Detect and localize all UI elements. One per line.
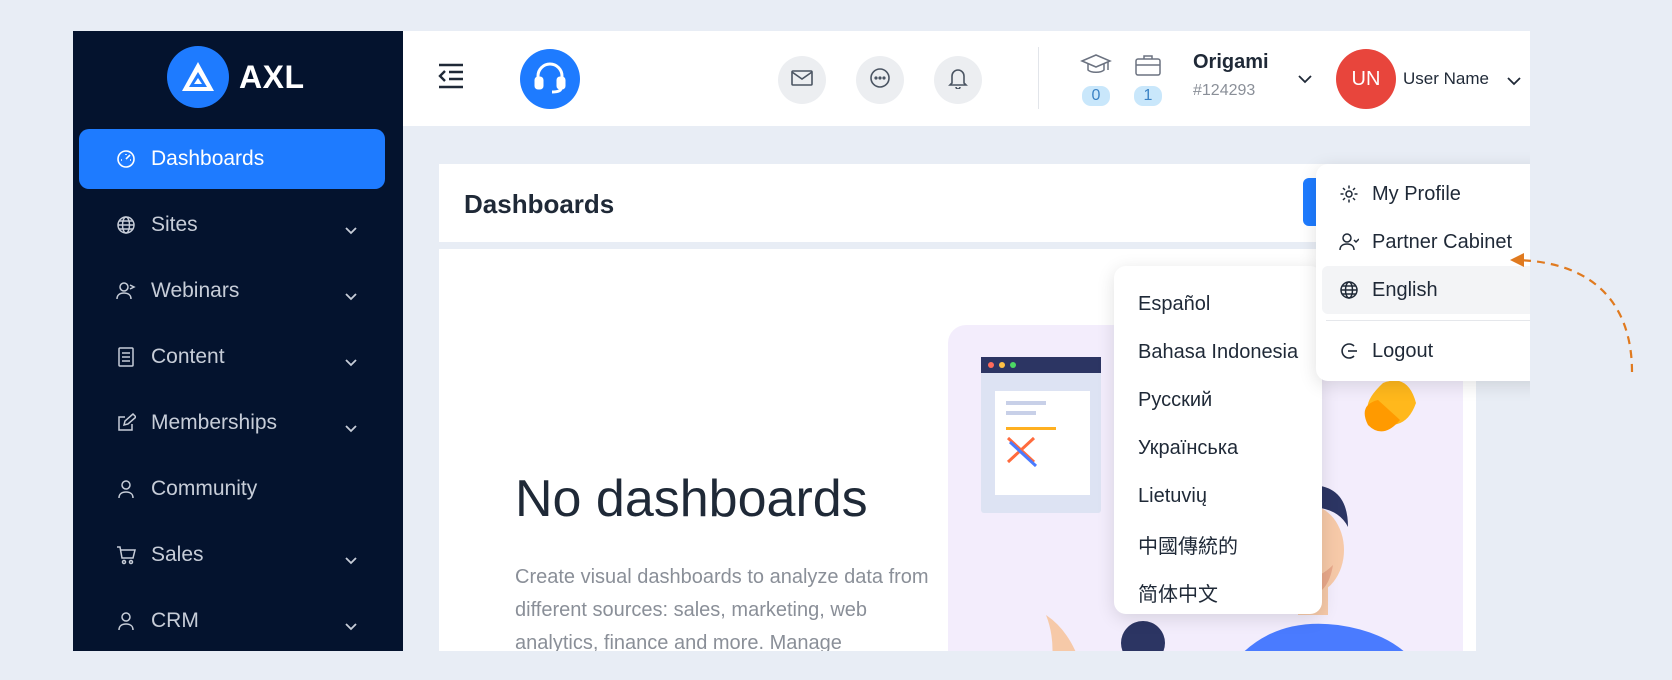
chat-button[interactable] — [856, 56, 904, 104]
sidebar-item-label: Community — [151, 477, 258, 500]
sidebar-item-label: Sites — [151, 213, 198, 236]
globe-icon — [1338, 279, 1360, 301]
gear-icon — [1338, 183, 1360, 205]
topbar: 0 1 Origami #124293 UN User Name — [403, 31, 1530, 126]
dashboard-icon — [115, 148, 137, 170]
empty-state-description: Create visual dashboards to analyze data… — [515, 566, 929, 651]
user-icon — [115, 478, 137, 500]
page-title: Dashboards — [464, 189, 615, 219]
edit-icon — [115, 412, 137, 434]
menu-item-language[interactable]: English — [1322, 266, 1530, 314]
logo-icon — [167, 46, 229, 108]
chevron-down-icon — [345, 415, 357, 439]
logo-text: AXL — [239, 58, 305, 95]
sidebar-item-label: Webinars — [151, 279, 240, 302]
chevron-down-icon[interactable] — [1298, 71, 1312, 89]
divider — [1038, 47, 1039, 109]
courses-count-badge: 0 — [1081, 86, 1111, 106]
language-option-uk[interactable]: Українська — [1114, 424, 1322, 472]
org-switcher[interactable]: Origami #124293 — [1193, 51, 1269, 100]
headset-icon — [533, 60, 567, 99]
org-name: Origami — [1193, 51, 1269, 73]
chevron-down-icon[interactable] — [1507, 73, 1521, 91]
org-id: #124293 — [1193, 82, 1256, 99]
sidebar-item-community[interactable]: Community — [79, 459, 385, 519]
courses-counter[interactable]: 0 — [1079, 53, 1113, 106]
sidebar-item-label: CRM — [151, 609, 199, 632]
menu-item-my-profile[interactable]: My Profile — [1322, 170, 1530, 218]
sidebar-item-label: Dashboards — [151, 147, 265, 170]
avatar[interactable]: UN — [1336, 49, 1396, 109]
language-option-es[interactable]: Español — [1114, 280, 1322, 328]
document-icon — [115, 346, 137, 368]
webinar-icon — [115, 280, 137, 302]
partner-icon — [1338, 231, 1360, 253]
chevron-down-icon — [345, 283, 357, 307]
chevron-down-icon — [345, 217, 357, 241]
sidebar: AXL Dashboards Sites Webinars Content Me… — [73, 31, 403, 651]
support-button[interactable] — [520, 49, 580, 109]
sidebar-item-label: Content — [151, 345, 225, 368]
language-option-zh-hant[interactable]: 中國傳統的 — [1114, 520, 1322, 568]
briefcase-icon — [1134, 55, 1162, 81]
chevron-down-icon — [345, 547, 357, 571]
products-count-badge: 1 — [1133, 86, 1163, 106]
menu-item-partner-cabinet[interactable]: Partner Cabinet — [1322, 218, 1530, 266]
sidebar-item-content[interactable]: Content — [79, 327, 385, 387]
empty-state-title: No dashboards — [515, 470, 868, 528]
user-icon — [115, 610, 137, 632]
user-name[interactable]: User Name — [1403, 69, 1489, 89]
language-option-lt[interactable]: Lietuvių — [1114, 472, 1322, 520]
menu-item-label: English — [1372, 278, 1438, 301]
sidebar-item-memberships[interactable]: Memberships — [79, 393, 385, 453]
cart-icon — [115, 544, 137, 566]
language-option-ru[interactable]: Русский — [1114, 376, 1322, 424]
chevron-down-icon — [345, 613, 357, 637]
menu-item-logout[interactable]: Logout — [1322, 327, 1530, 375]
annotation-arrow-icon — [1510, 253, 1634, 373]
sidebar-item-sites[interactable]: Sites — [79, 195, 385, 255]
menu-item-label: Partner Cabinet — [1372, 230, 1513, 253]
language-option-zh-hans[interactable]: 简体中文 — [1114, 568, 1322, 616]
notifications-button[interactable] — [934, 56, 982, 104]
menu-item-label: Logout — [1372, 339, 1434, 362]
products-counter[interactable]: 1 — [1131, 53, 1165, 106]
sidebar-item-dashboards[interactable]: Dashboards — [79, 129, 385, 189]
sidebar-item-webinars[interactable]: Webinars — [79, 261, 385, 321]
chat-icon — [869, 67, 891, 94]
mail-button[interactable] — [778, 56, 826, 104]
sidebar-item-sales[interactable]: Sales — [79, 525, 385, 585]
logout-icon — [1338, 340, 1360, 362]
language-submenu: Español Bahasa Indonesia Русский Українс… — [1114, 266, 1322, 614]
globe-icon — [115, 214, 137, 236]
menu-item-label: My Profile — [1372, 182, 1461, 205]
sidebar-nav: Dashboards Sites Webinars Content Member… — [79, 129, 385, 651]
language-option-id[interactable]: Bahasa Indonesia — [1114, 328, 1322, 376]
app-window: AXL Dashboards Sites Webinars Content Me… — [73, 31, 1530, 651]
sidebar-item-crm[interactable]: CRM — [79, 591, 385, 651]
logo[interactable]: AXL — [167, 46, 305, 108]
bell-icon — [948, 67, 968, 94]
chevron-down-icon — [345, 349, 357, 373]
sidebar-item-label: Memberships — [151, 411, 278, 434]
profile-dropdown: My Profile Partner Cabinet English Logou… — [1316, 164, 1530, 381]
menu-toggle-icon[interactable] — [437, 63, 465, 94]
graduation-cap-icon — [1080, 54, 1112, 81]
sidebar-item-label: Sales — [151, 543, 204, 566]
mail-icon — [791, 69, 813, 92]
